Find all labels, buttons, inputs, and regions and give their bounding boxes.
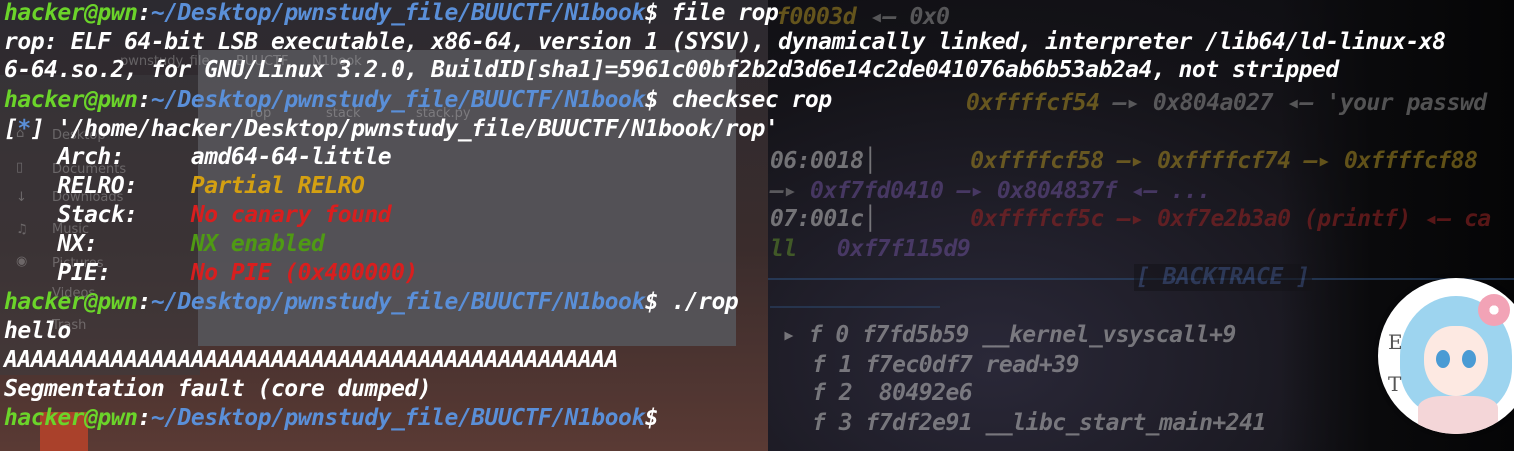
backtrace-frame: f 2 80492e6 (812, 380, 973, 406)
backtrace-title: [ BACKTRACE ] (1134, 264, 1312, 291)
avatar-eye (1462, 350, 1476, 368)
avatar-letter: T (1388, 372, 1402, 396)
avatar-face (1424, 326, 1488, 396)
output-line: rop: ELF 64-bit LSB executable, x86-64, … (4, 29, 1446, 55)
prompt-line: hacker@pwn:~/Desktop/pwnstudy_file/BUUCT… (4, 0, 779, 26)
output-line: Segmentation fault (core dumped) (4, 376, 432, 402)
checksec-row-nx: NX: NX enabled (4, 231, 325, 257)
avatar-robe (1418, 396, 1498, 434)
checksec-row-relro: RELRO: Partial RELRO (4, 173, 365, 199)
output-line: hello (4, 318, 71, 344)
backtrace-frame: f 1 f7ec0df7 read+39 (812, 352, 1079, 378)
gdb-stack-line: 0xffffcf54 —▸ 0x804a027 ◂— 'your passwd (966, 90, 1487, 116)
output-line: AAAAAAAAAAAAAAAAAAAAAAAAAAAAAAAAAAAAAAAA… (4, 347, 618, 373)
flower-icon (1478, 294, 1510, 326)
command-text: checksec rop (658, 87, 832, 113)
prompt-line: hacker@pwn:~/Desktop/pwnstudy_file/BUUCT… (4, 87, 832, 113)
gdb-stack-line: 06:0018│ 0xffffcf58 —▸ 0xffffcf74 —▸ 0xf… (770, 148, 1478, 174)
output-line: 6-64.so.2, for GNU/Linux 3.2.0, BuildID[… (4, 57, 1339, 83)
gdb-stack-line: ll 0xf7f115d9 (770, 236, 971, 262)
gdb-stack-line: f0003d ◂— 0x0 (776, 4, 950, 30)
frame-pointer-icon: ▸ (782, 322, 796, 348)
avatar-eye (1436, 350, 1450, 368)
checksec-row-stack: Stack: No canary found (4, 202, 392, 228)
prompt-line[interactable]: hacker@pwn:~/Desktop/pwnstudy_file/BUUCT… (4, 405, 659, 432)
avatar-letter: E (1388, 330, 1403, 354)
gdb-stack-line: —▸ 0xf7fd0410 —▸ 0x804837f ◂— ... (770, 178, 1211, 204)
checksec-row-pie: PIE: No PIE (0x400000) (4, 260, 418, 286)
backtrace-subdivider (770, 306, 940, 308)
command-text: file rop (658, 0, 779, 26)
command-text: ./rop (658, 289, 739, 315)
info-star-icon: * (17, 116, 31, 142)
checksec-row-arch: Arch: amd64-64-little (4, 144, 392, 170)
backtrace-frame: f 3 f7df2e91 __libc_start_main+241 (812, 410, 1266, 436)
gdb-stack-line: 07:001c│ 0xffffcf5c —▸ 0xf7e2b3a0 (print… (770, 206, 1491, 232)
backtrace-frame: ▸ f 0 f7fd5b59 __kernel_vsyscall+9 (782, 322, 1236, 348)
prompt-line: hacker@pwn:~/Desktop/pwnstudy_file/BUUCT… (4, 289, 739, 315)
checksec-header: [*] '/home/hacker/Desktop/pwnstudy_file/… (4, 116, 779, 142)
